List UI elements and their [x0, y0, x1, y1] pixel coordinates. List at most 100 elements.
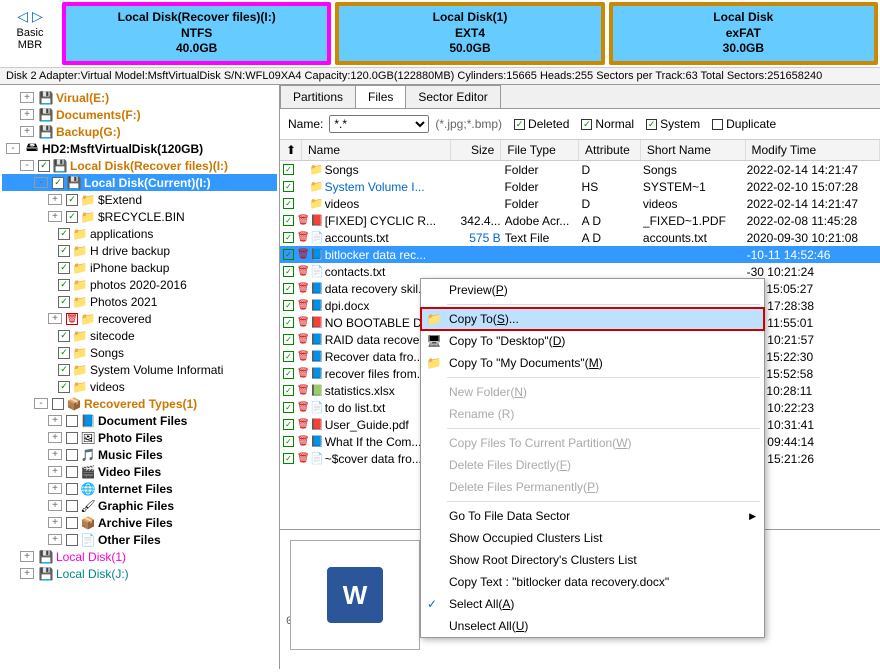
file-row[interactable]: ✓🗑📕[FIXED] CYCLIC R...342.4...Adobe Acr.…	[280, 212, 880, 229]
checkbox[interactable]: ✓	[58, 296, 70, 308]
row-checkbox[interactable]: ✓	[283, 300, 294, 311]
expand-icon[interactable]: +	[48, 534, 62, 545]
checkbox[interactable]: ✓	[58, 262, 70, 274]
tree-node[interactable]: +✓📁$RECYCLE.BIN	[2, 208, 277, 225]
tree-node[interactable]: +🎵Music Files	[2, 446, 277, 463]
expand-icon[interactable]: +	[20, 109, 34, 120]
menu-item[interactable]: 🖥Copy To "Desktop"(D)	[421, 330, 764, 352]
col-attr[interactable]: Attribute	[579, 140, 641, 160]
checkbox[interactable]: ✓	[58, 364, 70, 376]
tree-node[interactable]: ✓📁System Volume Informati	[2, 361, 277, 378]
checkbox[interactable]: ✓	[66, 211, 78, 223]
row-checkbox[interactable]: ✓	[283, 351, 294, 362]
col-up[interactable]: ⬆	[280, 140, 302, 160]
checkbox[interactable]	[66, 415, 78, 427]
tree-node[interactable]: +📦Archive Files	[2, 514, 277, 531]
checkbox[interactable]	[66, 500, 78, 512]
file-row[interactable]: ✓📁SongsFolderDSongs2022-02-14 14:21:47	[280, 161, 880, 178]
expand-icon[interactable]: +	[20, 92, 34, 103]
tree-panel[interactable]: +💾Virual(E:)+💾Documents(F:)+💾Backup(G:)-…	[0, 85, 280, 669]
checkbox[interactable]: 🗑	[66, 313, 78, 325]
tree-node[interactable]: +🖼Photo Files	[2, 429, 277, 446]
menu-item[interactable]: 📁Copy To "My Documents"(M)	[421, 352, 764, 374]
row-checkbox[interactable]: ✓	[283, 181, 294, 192]
menu-item[interactable]: Show Root Directory's Clusters List	[421, 549, 764, 571]
tree-node[interactable]: +🌐Internet Files	[2, 480, 277, 497]
expand-icon[interactable]: -	[6, 143, 20, 154]
col-modify[interactable]: Modify Time	[746, 140, 880, 160]
disk-block-1[interactable]: Local Disk(1)EXT450.0GB	[335, 2, 604, 65]
row-checkbox[interactable]: ✓	[283, 283, 294, 294]
expand-icon[interactable]: +	[20, 568, 34, 579]
disk-block-0[interactable]: Local Disk(Recover files)(I:)NTFS40.0GB	[62, 2, 331, 65]
tree-node[interactable]: ✓📁H drive backup	[2, 242, 277, 259]
tree-node[interactable]: ✓📁sitecode	[2, 327, 277, 344]
tree-node[interactable]: +✓📁$Extend	[2, 191, 277, 208]
tree-node[interactable]: -📦Recovered Types(1)	[2, 395, 277, 412]
tab-files[interactable]: Files	[355, 85, 406, 108]
expand-icon[interactable]: +	[20, 126, 34, 137]
tree-node[interactable]: -🖴HD2:MsftVirtualDisk(120GB)	[2, 140, 277, 157]
row-checkbox[interactable]: ✓	[283, 419, 294, 430]
expand-icon[interactable]: +	[48, 415, 62, 426]
name-pattern-select[interactable]: *.*	[329, 115, 429, 133]
menu-item[interactable]: 📁Copy To(S)...	[421, 308, 764, 330]
col-short[interactable]: Short Name	[641, 140, 746, 160]
expand-icon[interactable]: -	[20, 160, 34, 171]
file-row[interactable]: ✓📁videosFolderDvideos2022-02-14 14:21:47	[280, 195, 880, 212]
expand-icon[interactable]: +	[48, 211, 62, 222]
col-type[interactable]: File Type	[501, 140, 579, 160]
checkbox[interactable]	[66, 432, 78, 444]
menu-item[interactable]: Unselect All(U)	[421, 615, 764, 637]
row-checkbox[interactable]: ✓	[283, 266, 294, 277]
nav-arrows[interactable]: ◁ ▷	[6, 8, 54, 25]
checkbox[interactable]: ✓	[58, 228, 70, 240]
tree-node[interactable]: +📄Other Files	[2, 531, 277, 548]
expand-icon[interactable]: +	[48, 483, 62, 494]
checkbox[interactable]	[66, 534, 78, 546]
checkbox[interactable]: ✓	[58, 245, 70, 257]
checkbox[interactable]	[66, 517, 78, 529]
row-checkbox[interactable]: ✓	[283, 232, 294, 243]
checkbox[interactable]: ✓	[58, 381, 70, 393]
expand-icon[interactable]: -	[34, 398, 48, 409]
tree-node[interactable]: ✓📁videos	[2, 378, 277, 395]
tab-sector-editor[interactable]: Sector Editor	[405, 85, 500, 108]
tree-node[interactable]: ✓📁Songs	[2, 344, 277, 361]
checkbox[interactable]	[52, 398, 64, 410]
menu-item[interactable]: Copy Text : "bitlocker data recovery.doc…	[421, 571, 764, 593]
legend-normal[interactable]: ✓Normal	[581, 117, 634, 131]
expand-icon[interactable]: +	[48, 500, 62, 511]
expand-icon[interactable]: +	[48, 449, 62, 460]
checkbox[interactable]	[66, 466, 78, 478]
row-checkbox[interactable]: ✓	[283, 385, 294, 396]
tree-node[interactable]: ✓📁photos 2020-2016	[2, 276, 277, 293]
tree-node[interactable]: +🎬Video Files	[2, 463, 277, 480]
expand-icon[interactable]: +	[48, 432, 62, 443]
tree-node[interactable]: ✓📁iPhone backup	[2, 259, 277, 276]
legend-deleted[interactable]: ✓Deleted	[514, 117, 569, 131]
expand-icon[interactable]: +	[48, 313, 62, 324]
menu-item[interactable]: Go To File Data Sector▶	[421, 505, 764, 527]
row-checkbox[interactable]: ✓	[283, 249, 294, 260]
checkbox[interactable]: ✓	[58, 330, 70, 342]
expand-icon[interactable]: +	[48, 466, 62, 477]
col-name[interactable]: Name	[302, 140, 451, 160]
row-checkbox[interactable]: ✓	[283, 317, 294, 328]
tree-node[interactable]: -✓💾Local Disk(Recover files)(I:)	[2, 157, 277, 174]
checkbox[interactable]	[66, 483, 78, 495]
legend-duplicate[interactable]: Duplicate	[712, 117, 776, 131]
row-checkbox[interactable]: ✓	[283, 436, 294, 447]
expand-icon[interactable]: -	[34, 177, 48, 188]
tree-node[interactable]: +💾Local Disk(J:)	[2, 565, 277, 582]
row-checkbox[interactable]: ✓	[283, 368, 294, 379]
menu-item[interactable]: Preview(P)	[421, 279, 764, 301]
expand-icon[interactable]: +	[48, 194, 62, 205]
row-checkbox[interactable]: ✓	[283, 164, 294, 175]
row-checkbox[interactable]: ✓	[283, 198, 294, 209]
col-size[interactable]: Size	[451, 140, 501, 160]
expand-icon[interactable]: +	[48, 517, 62, 528]
checkbox[interactable]: ✓	[52, 177, 64, 189]
checkbox[interactable]: ✓	[66, 194, 78, 206]
row-checkbox[interactable]: ✓	[283, 334, 294, 345]
